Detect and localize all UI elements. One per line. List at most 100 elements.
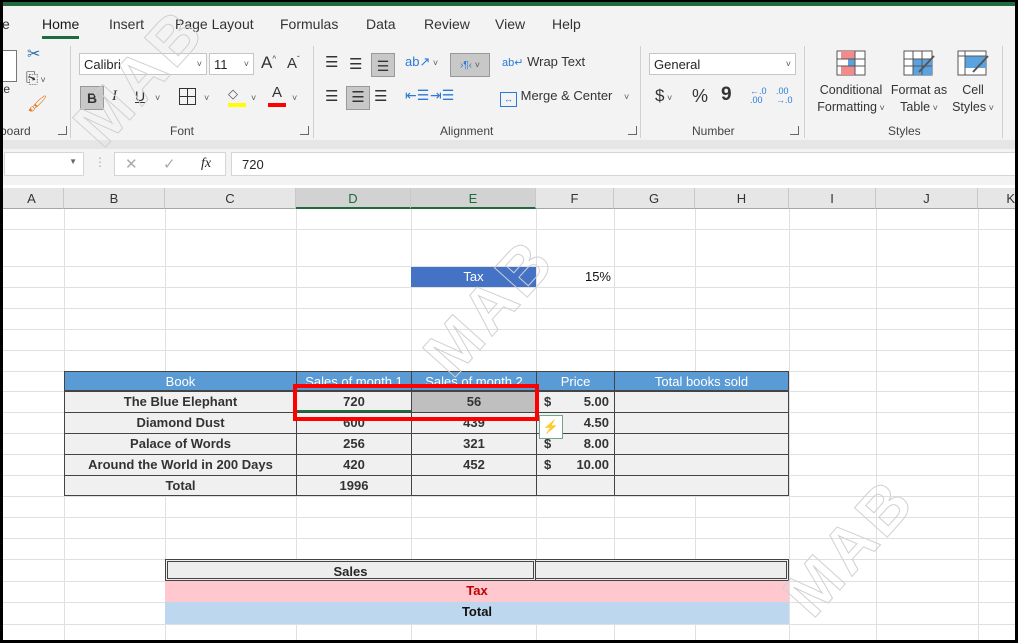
cancel-icon[interactable]: ✕ xyxy=(125,155,138,173)
table-header-total-books[interactable]: Total books sold xyxy=(614,371,789,391)
bold-button[interactable]: B xyxy=(80,86,104,110)
align-center-icon[interactable]: ☰ xyxy=(346,86,370,110)
borders-icon[interactable] xyxy=(179,88,196,105)
fill-color-dropdown-icon[interactable]: ˅ xyxy=(251,93,256,103)
decrease-decimal-icon[interactable]: .00 →.0 xyxy=(776,87,793,105)
number-format-dropdown[interactable]: General ˅ xyxy=(649,53,796,75)
table-cell-total-books[interactable] xyxy=(614,454,789,476)
tab-review[interactable]: Review xyxy=(424,16,470,32)
tax-rate-cell[interactable]: 15% xyxy=(536,267,614,287)
enter-icon[interactable]: ✓ xyxy=(163,155,176,173)
underline-button[interactable]: U xyxy=(135,88,145,104)
table-cell-month1[interactable]: 420 xyxy=(296,454,412,476)
paste-icon[interactable] xyxy=(0,50,17,82)
grow-font-button[interactable]: A^ xyxy=(261,53,276,73)
tax-label-cell[interactable]: Tax xyxy=(411,267,536,287)
decrease-indent-icon[interactable]: ⇤☰ xyxy=(405,87,429,104)
column-header-c[interactable]: C xyxy=(165,188,296,209)
text-direction-icon[interactable]: ›¶‹ ˅ xyxy=(450,53,490,77)
column-header-a[interactable]: A xyxy=(0,188,64,209)
align-left-icon[interactable]: ☰ xyxy=(325,87,338,105)
table-cell-price[interactable]: $5.00 xyxy=(536,391,615,413)
table-cell-month1[interactable]: 256 xyxy=(296,433,412,455)
insert-function-icon[interactable]: fx xyxy=(201,156,211,172)
tab-view[interactable]: View xyxy=(495,16,525,32)
middle-align-icon[interactable]: ☰ xyxy=(349,55,362,73)
table-header-price[interactable]: Price xyxy=(536,371,614,391)
table-cell-total-books[interactable] xyxy=(614,433,789,455)
table-cell-book[interactable]: The Blue Elephant xyxy=(64,391,297,413)
conditional-formatting-button[interactable]: Conditional Formatting ˅ xyxy=(812,50,890,117)
table-cell-total-books[interactable] xyxy=(614,391,789,413)
percent-button[interactable]: % xyxy=(692,86,708,107)
font-color-dropdown-icon[interactable]: ˅ xyxy=(292,93,297,103)
table-cell-book[interactable]: Palace of Words xyxy=(64,433,297,455)
font-name-dropdown[interactable]: Calibri ˅ xyxy=(79,53,207,75)
merge-center-button[interactable]: ↔ Merge & Center ˅ xyxy=(500,88,629,107)
column-header-j[interactable]: J xyxy=(876,188,978,209)
font-size-dropdown[interactable]: 11 ˅ xyxy=(209,53,254,75)
total-row-label[interactable]: Total xyxy=(64,475,297,496)
top-align-icon[interactable]: ☰ xyxy=(325,53,338,71)
italic-button[interactable]: I xyxy=(112,88,117,105)
align-right-icon[interactable]: ☰ xyxy=(374,87,387,105)
table-cell-month2[interactable]: 321 xyxy=(411,433,537,455)
wrap-text-button[interactable]: ab↵ Wrap Text xyxy=(502,54,585,69)
column-header-k[interactable]: K xyxy=(978,188,1018,209)
tab-insert[interactable]: Insert xyxy=(109,16,144,32)
name-box[interactable]: ▼ xyxy=(4,152,84,176)
summary-tax-row[interactable]: Tax xyxy=(165,581,789,602)
orientation-icon[interactable]: ab↗ ˅ xyxy=(405,54,438,70)
table-cell-book[interactable]: Around the World in 200 Days xyxy=(64,454,297,476)
clipboard-launcher-icon[interactable] xyxy=(58,126,67,135)
currency-button[interactable]: $ ˅ xyxy=(655,86,672,106)
table-cell-month2[interactable]: 452 xyxy=(411,454,537,476)
font-launcher-icon[interactable] xyxy=(300,126,309,135)
name-box-dropdown-icon[interactable]: ▼ xyxy=(69,157,77,166)
tab-file[interactable]: e xyxy=(2,16,10,32)
table-header-book[interactable]: Book xyxy=(64,371,296,391)
shrink-font-button[interactable]: Aˇ xyxy=(287,55,300,72)
column-header-d[interactable]: D xyxy=(296,188,411,209)
tab-page-layout[interactable]: Page Layout xyxy=(175,16,254,32)
tab-formulas[interactable]: Formulas xyxy=(280,16,338,32)
summary-sales-value[interactable] xyxy=(536,559,789,581)
cut-icon[interactable]: ✂ xyxy=(27,44,40,64)
total-row-month2[interactable] xyxy=(411,475,537,496)
formula-input[interactable]: 720 xyxy=(231,152,1018,176)
summary-total-row[interactable]: Total xyxy=(165,602,789,624)
number-launcher-icon[interactable] xyxy=(790,126,799,135)
total-row-total-books[interactable] xyxy=(614,475,789,496)
tab-home[interactable]: Home xyxy=(42,16,80,39)
column-header-e[interactable]: E xyxy=(411,188,536,209)
column-header-g[interactable]: G xyxy=(614,188,695,209)
column-header-b[interactable]: B xyxy=(64,188,165,209)
summary-sales-label[interactable]: Sales xyxy=(165,559,536,581)
alignment-launcher-icon[interactable] xyxy=(628,126,637,135)
table-cell-total-books[interactable] xyxy=(614,412,789,434)
fill-color-button[interactable]: ◇ xyxy=(228,86,246,107)
tab-help[interactable]: Help xyxy=(552,16,581,32)
table-cell-price[interactable]: $10.00 xyxy=(536,454,615,476)
quick-analysis-button[interactable]: ⚡ xyxy=(539,415,563,439)
column-header-f[interactable]: F xyxy=(536,188,614,209)
column-header-h[interactable]: H xyxy=(695,188,789,209)
column-header-i[interactable]: I xyxy=(789,188,876,209)
cell-styles-button[interactable]: Cell Styles ˅ xyxy=(948,50,998,117)
total-row-month1[interactable]: 1996 xyxy=(296,475,412,496)
formula-bar-grip-icon[interactable]: ⋮ xyxy=(94,155,106,169)
table-cell-book[interactable]: Diamond Dust xyxy=(64,412,297,434)
comma-style-button[interactable]: 9 xyxy=(721,84,732,106)
font-color-button[interactable]: A xyxy=(268,84,286,107)
copy-icon[interactable]: ⎘ ˅ xyxy=(26,70,46,87)
underline-dropdown-icon[interactable]: ˅ xyxy=(155,93,160,103)
format-painter-icon[interactable]: 🖌 xyxy=(27,94,47,114)
bottom-align-icon[interactable]: ☰ xyxy=(371,53,395,77)
paste-label[interactable]: te xyxy=(0,82,10,96)
total-row-price[interactable] xyxy=(536,475,615,496)
format-as-table-button[interactable]: Format as Table ˅ xyxy=(890,50,948,117)
increase-decimal-icon[interactable]: ←.0.00 xyxy=(750,87,767,105)
borders-dropdown-icon[interactable]: ˅ xyxy=(204,93,209,103)
increase-indent-icon[interactable]: ⇥☰ xyxy=(430,87,454,104)
tab-data[interactable]: Data xyxy=(366,16,396,32)
